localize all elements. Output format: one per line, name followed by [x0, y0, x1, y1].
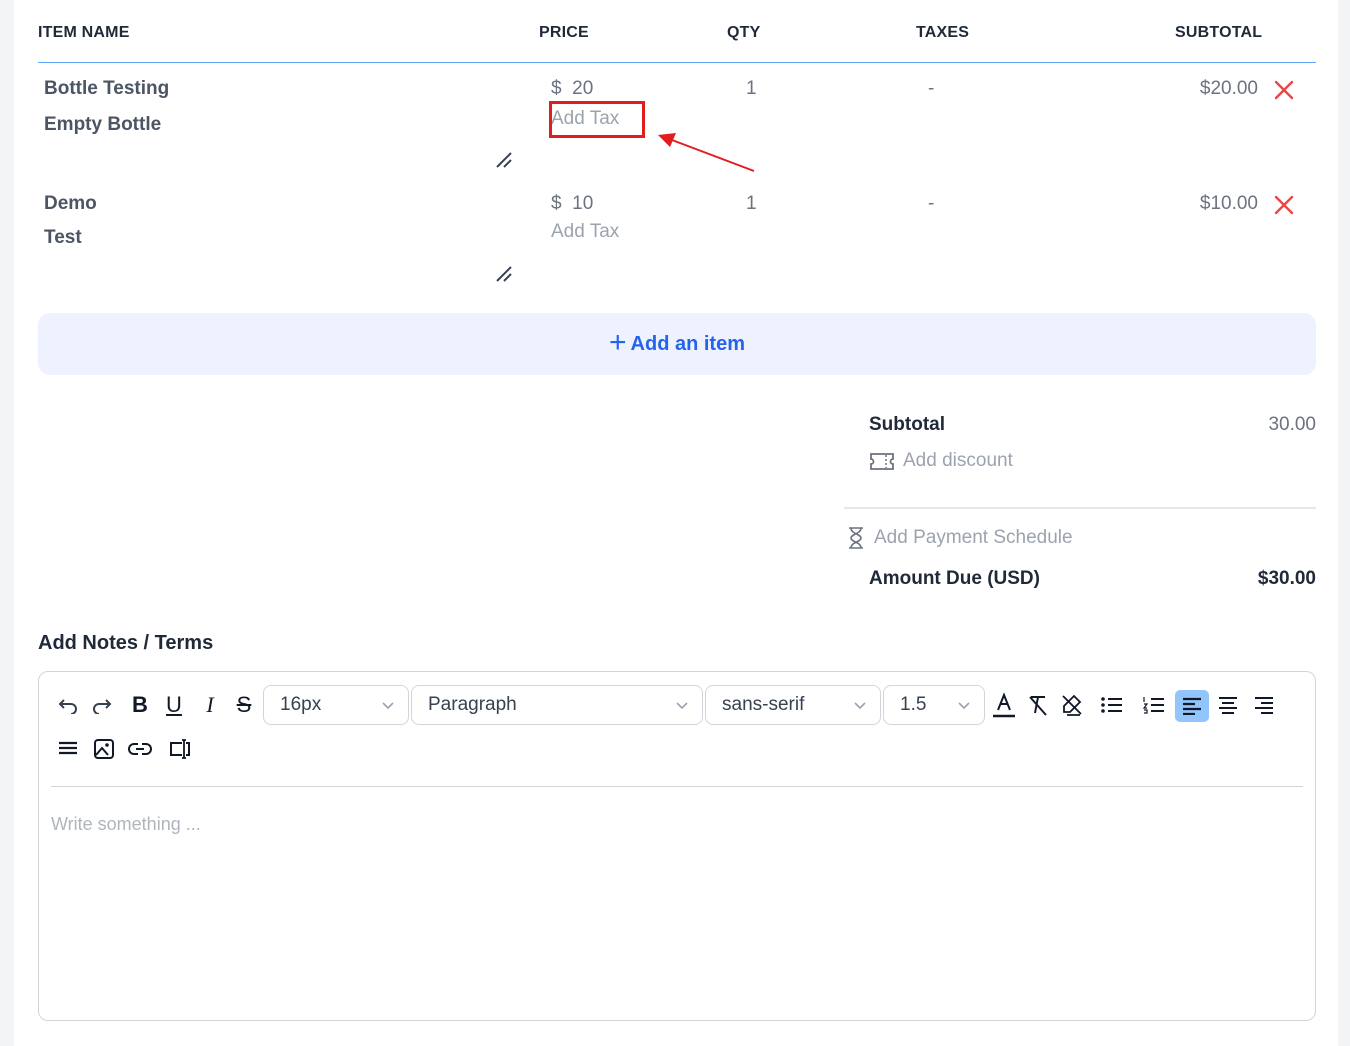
font-family-select[interactable]: sans-serif	[705, 685, 881, 725]
delete-row-icon[interactable]	[1272, 193, 1296, 217]
subtotal-label: Subtotal	[869, 414, 945, 435]
item-name[interactable]: Demo	[44, 193, 97, 215]
align-justify-icon	[59, 741, 77, 755]
bold-icon: B	[132, 692, 148, 717]
add-discount-label: Add discount	[903, 450, 1013, 471]
add-discount-link[interactable]: Add discount	[869, 450, 1013, 472]
amount-due-value: $30.00	[1257, 568, 1316, 589]
add-item-button[interactable]: + Add an item	[38, 313, 1316, 375]
underline-button[interactable]: U	[159, 690, 189, 720]
image-icon	[94, 739, 114, 759]
align-center-icon	[1219, 697, 1237, 714]
price-field[interactable]: $ 10	[551, 193, 593, 215]
bullet-list-icon	[1101, 697, 1122, 713]
underline-icon: U	[166, 692, 182, 717]
item-name[interactable]: Bottle Testing	[44, 78, 169, 100]
header-price: PRICE	[539, 24, 589, 41]
price-value: 20	[572, 78, 594, 99]
strikethrough-button[interactable]: S	[229, 690, 259, 720]
add-payment-schedule-label: Add Payment Schedule	[874, 527, 1073, 548]
link-icon	[128, 743, 152, 755]
subtotal-value: 30.00	[1268, 414, 1316, 435]
hourglass-icon	[849, 527, 863, 549]
add-payment-schedule-link[interactable]: Add Payment Schedule	[846, 526, 1073, 550]
row-subtotal: $20.00	[1199, 78, 1258, 99]
font-size-value: 16px	[280, 694, 322, 715]
currency-symbol: $	[551, 78, 562, 99]
clear-format-button[interactable]	[1023, 690, 1053, 720]
chevron-down-icon	[382, 702, 394, 710]
taxes-value: -	[928, 78, 935, 99]
item-description[interactable]: Test	[44, 227, 82, 249]
bold-button[interactable]: B	[125, 690, 155, 720]
text-color-button[interactable]	[989, 690, 1019, 720]
insert-field-button[interactable]	[165, 734, 195, 764]
chevron-down-icon	[676, 702, 688, 710]
highlight-button[interactable]	[1057, 690, 1087, 720]
font-size-select[interactable]: 16px	[263, 685, 409, 725]
italic-button[interactable]: I	[195, 690, 225, 720]
chevron-down-icon	[958, 702, 970, 710]
ordered-list-button[interactable]	[1139, 690, 1169, 720]
align-center-button[interactable]	[1213, 690, 1243, 720]
font-family-value: sans-serif	[722, 694, 805, 715]
line-height-value: 1.5	[900, 694, 927, 715]
align-right-icon	[1255, 697, 1273, 714]
ordered-list-icon	[1142, 697, 1164, 714]
qty-value[interactable]: 1	[746, 78, 757, 100]
redo-button[interactable]	[87, 690, 117, 720]
text-color-icon	[993, 692, 1015, 718]
delete-row-icon[interactable]	[1272, 78, 1296, 102]
text-field-icon	[170, 739, 190, 759]
align-left-button[interactable]	[1175, 690, 1209, 722]
align-justify-button[interactable]	[53, 734, 83, 764]
item-description[interactable]: Empty Bottle	[44, 114, 161, 136]
annotation-arrow-icon	[658, 133, 755, 172]
notes-editor: B U I S 16px Paragraph sans-serif 1.5 Wr…	[38, 671, 1316, 1021]
align-right-button[interactable]	[1249, 690, 1279, 720]
summary-divider	[844, 507, 1316, 509]
italic-icon: I	[206, 692, 214, 717]
insert-link-button[interactable]	[125, 734, 155, 764]
clear-format-icon	[1029, 696, 1047, 716]
notes-input[interactable]: Write something ...	[51, 814, 201, 835]
line-height-select[interactable]: 1.5	[883, 685, 985, 725]
strikethrough-icon: S	[236, 692, 252, 717]
resize-handle-icon[interactable]	[494, 150, 514, 170]
add-tax-link[interactable]: Add Tax	[551, 221, 619, 243]
block-type-value: Paragraph	[428, 694, 517, 715]
invoice-panel: ITEM NAME PRICE QTY TAXES SUBTOTAL Bottl…	[14, 0, 1338, 1046]
price-field[interactable]: $ 20	[551, 78, 593, 100]
header-item-name: ITEM NAME	[38, 24, 130, 41]
price-value: 10	[572, 193, 594, 214]
insert-image-button[interactable]	[89, 734, 119, 764]
plus-icon: +	[609, 326, 627, 359]
undo-icon	[58, 699, 77, 714]
qty-value[interactable]: 1	[746, 193, 757, 215]
header-qty: QTY	[727, 24, 761, 41]
bullet-list-button[interactable]	[1097, 690, 1127, 720]
amount-due-label: Amount Due (USD)	[869, 568, 1040, 589]
chevron-down-icon	[854, 702, 866, 710]
redo-icon	[93, 699, 112, 714]
align-left-icon	[1183, 697, 1201, 715]
taxes-value: -	[928, 193, 935, 214]
header-divider	[38, 62, 1316, 63]
undo-button[interactable]	[53, 690, 83, 720]
coupon-icon	[870, 453, 894, 470]
row-subtotal: $10.00	[1199, 193, 1258, 214]
notes-title: Add Notes / Terms	[38, 632, 214, 654]
block-type-select[interactable]: Paragraph	[411, 685, 703, 725]
resize-handle-icon[interactable]	[494, 264, 514, 284]
header-taxes: TAXES	[916, 24, 970, 41]
add-item-label: Add an item	[630, 332, 745, 355]
currency-symbol: $	[551, 193, 562, 214]
annotation-highlight-box	[549, 101, 645, 138]
header-subtotal: SUBTOTAL	[1175, 24, 1263, 41]
toolbar-divider	[51, 786, 1303, 787]
highlighter-icon	[1062, 694, 1082, 716]
